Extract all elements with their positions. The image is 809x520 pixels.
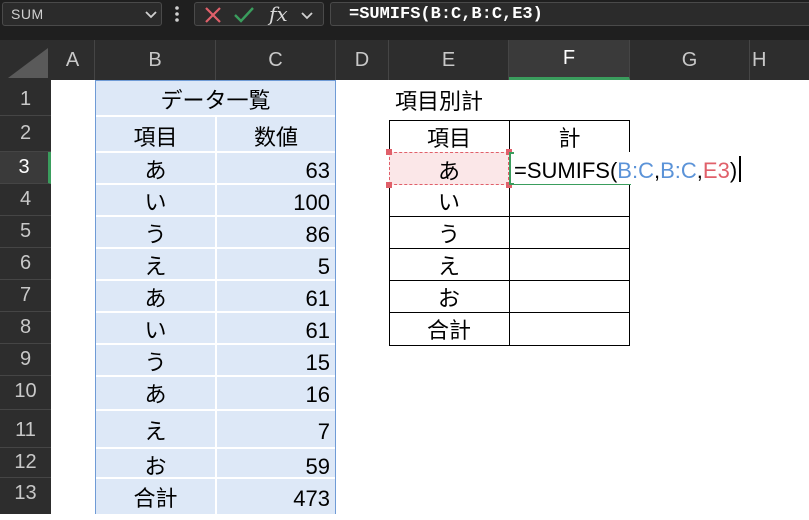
column-header-a[interactable]: A — [51, 40, 95, 80]
cancel-icon[interactable] — [203, 5, 223, 25]
formula-buttons: fx — [194, 2, 324, 26]
column-header-f[interactable]: F — [509, 40, 630, 80]
row-header-13[interactable]: 13 — [0, 478, 51, 514]
row-header-4[interactable]: 4 — [0, 184, 51, 216]
data-item-cell[interactable]: い — [95, 312, 216, 344]
formula-input[interactable]: =SUMIFS(B:C,B:C,E3) — [330, 2, 809, 26]
data-item-cell[interactable]: う — [95, 216, 216, 248]
summary-table-title[interactable]: 項目別計 — [389, 80, 589, 116]
row-header-3[interactable]: 3 — [0, 152, 51, 184]
data-item-cell[interactable]: え — [95, 248, 216, 280]
formula-function: =SUMIFS( — [514, 158, 618, 183]
formula-ref-cell: E3 — [702, 158, 730, 183]
data-value-cell[interactable]: 15 — [216, 344, 336, 376]
summary-header-item[interactable]: 項目 — [389, 120, 509, 152]
data-item-cell[interactable]: う — [95, 344, 216, 376]
enter-check-icon[interactable] — [233, 5, 255, 25]
select-all-triangle-icon — [8, 48, 48, 78]
row-header-2[interactable]: 2 — [0, 116, 51, 152]
data-value-cell[interactable]: 86 — [216, 216, 336, 248]
chevron-down-icon[interactable] — [299, 7, 315, 23]
data-item-cell[interactable]: い — [95, 184, 216, 216]
data-value-cell[interactable]: 16 — [216, 376, 336, 410]
toolbar-gap — [0, 28, 809, 40]
summary-item-cell[interactable]: あ — [389, 152, 509, 184]
data-total-label[interactable]: 合計 — [95, 478, 216, 514]
column-header-e[interactable]: E — [389, 40, 509, 80]
data-value-cell[interactable]: 61 — [216, 312, 336, 344]
chevron-down-icon[interactable] — [143, 6, 159, 22]
ref-handle[interactable] — [386, 149, 392, 155]
data-item-cell[interactable]: お — [95, 448, 216, 479]
data-item-cell[interactable]: あ — [95, 376, 216, 410]
data-table-title[interactable]: データ一覧 — [95, 80, 336, 116]
row-header-10[interactable]: 10 — [0, 376, 51, 410]
data-value-cell[interactable]: 63 — [216, 152, 336, 184]
data-value-cell[interactable]: 7 — [216, 410, 336, 448]
select-all-button[interactable] — [0, 40, 51, 80]
data-total-value[interactable]: 473 — [216, 478, 336, 514]
name-box[interactable]: SUM — [2, 2, 162, 26]
data-item-cell[interactable]: あ — [95, 152, 216, 184]
name-box-value: SUM — [11, 6, 44, 22]
column-header-b[interactable]: B — [95, 40, 216, 80]
data-value-cell[interactable]: 5 — [216, 248, 336, 280]
data-item-cell[interactable]: あ — [95, 280, 216, 312]
row-header-8[interactable]: 8 — [0, 312, 51, 344]
formula-close-paren: ) — [729, 158, 738, 183]
column-header-c[interactable]: C — [216, 40, 336, 80]
row-header-7[interactable]: 7 — [0, 280, 51, 312]
formula-bar: SUM fx =SUMIFS(B:C,B:C,E3) — [0, 0, 809, 28]
summary-item-cell[interactable]: う — [389, 216, 509, 248]
formula-text: =SUMIFS(B:C,B:C,E3) — [349, 5, 543, 24]
row-header-5[interactable]: 5 — [0, 216, 51, 248]
summary-item-cell[interactable]: お — [389, 280, 509, 312]
data-value-cell[interactable]: 61 — [216, 280, 336, 312]
data-item-cell[interactable]: え — [95, 410, 216, 448]
row-header-6[interactable]: 6 — [0, 248, 51, 280]
formula-ref-range: B:C — [660, 158, 697, 183]
summary-item-cell[interactable]: え — [389, 248, 509, 280]
text-cursor — [739, 156, 742, 182]
row-header-11[interactable]: 11 — [0, 410, 51, 448]
formula-ref-range: B:C — [617, 158, 654, 183]
summary-total-label[interactable]: 合計 — [389, 312, 509, 344]
column-header-g[interactable]: G — [630, 40, 750, 80]
row-header-1[interactable]: 1 — [0, 80, 51, 116]
column-header-h[interactable]: H — [750, 40, 809, 80]
row-header-9[interactable]: 9 — [0, 344, 51, 376]
summary-item-cell[interactable]: い — [389, 184, 509, 216]
column-header-d[interactable]: D — [336, 40, 389, 80]
more-options-icon[interactable] — [172, 3, 182, 25]
data-header-value[interactable]: 数値 — [216, 116, 336, 152]
summary-header-total[interactable]: 計 — [509, 120, 630, 152]
active-cell-editor[interactable]: =SUMIFS(B:C,B:C,E3) — [514, 152, 744, 184]
data-value-cell[interactable]: 100 — [216, 184, 336, 216]
data-value-cell[interactable]: 59 — [216, 448, 336, 479]
data-header-item[interactable]: 項目 — [95, 116, 216, 152]
row-header-12[interactable]: 12 — [0, 448, 51, 478]
insert-function-button[interactable]: fx — [269, 2, 295, 26]
